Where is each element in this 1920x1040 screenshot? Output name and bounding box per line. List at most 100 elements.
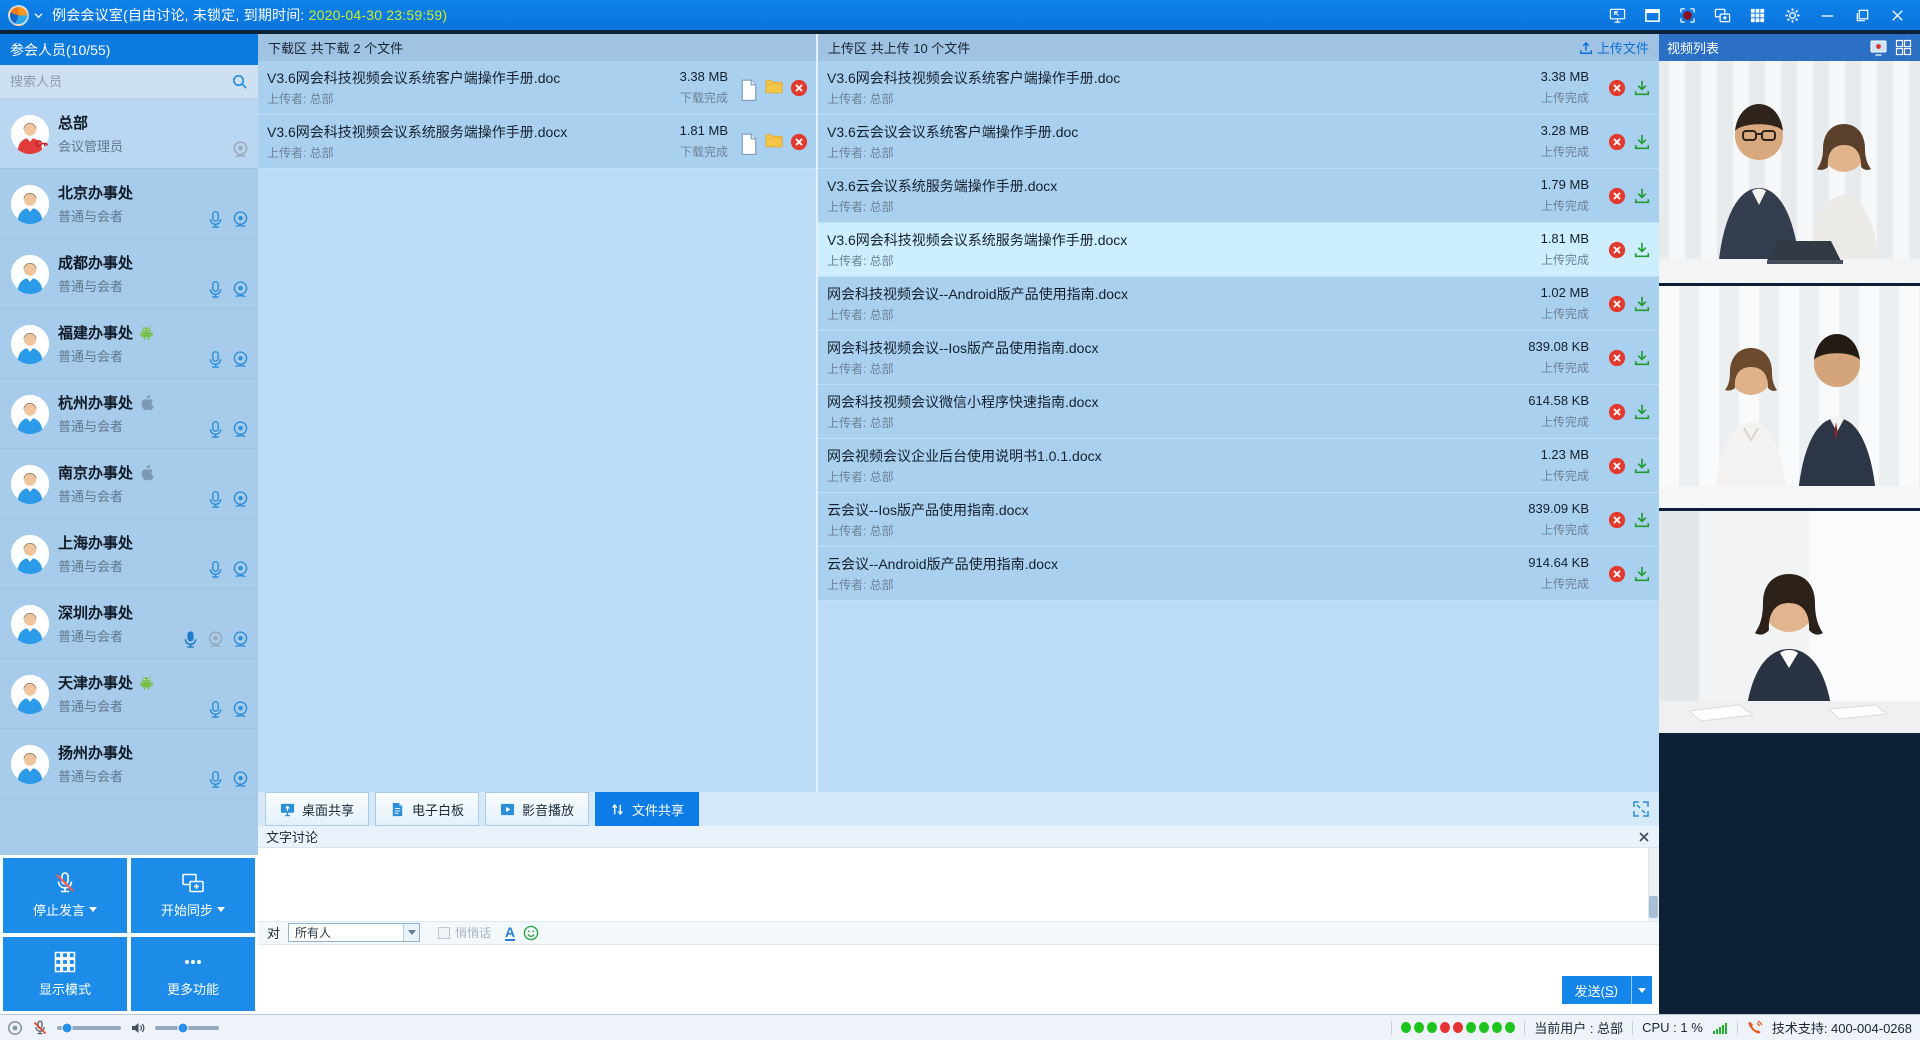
camera-off-icon[interactable] [206,630,225,649]
speaker-volume-slider[interactable] [155,1026,219,1030]
delete-file-icon[interactable] [1608,295,1626,313]
record-indicator-icon[interactable] [7,1020,23,1036]
download-file-row[interactable]: V3.6网会科技视频会议系统服务端操作手册.docx 上传者: 总部 1.81 … [258,115,816,169]
participant-row[interactable]: 成都办事处 普通与会者 [0,239,258,309]
camera-icon[interactable] [231,350,250,369]
start-sync-button[interactable]: 开始同步 [131,858,255,933]
delete-file-icon[interactable] [1608,187,1626,205]
delete-file-icon[interactable] [1608,565,1626,583]
upload-file-row[interactable]: 云会议--Android版产品使用指南.docx 上传者: 总部 914.64 … [818,547,1659,601]
camera-icon[interactable] [231,630,250,649]
camera-off-icon[interactable] [231,140,250,159]
more-functions-button[interactable]: 更多功能 [131,937,255,1012]
mic-active-icon[interactable] [181,630,200,649]
search-icon[interactable] [231,73,248,90]
camera-icon[interactable] [231,490,250,509]
participant-row[interactable]: 深圳办事处 普通与会者 [0,589,258,659]
mic-icon[interactable] [206,700,225,719]
mic-muted-icon[interactable] [32,1020,48,1036]
download-file-icon[interactable] [1633,187,1651,205]
video-monitor-icon[interactable] [1870,39,1887,56]
download-file-row[interactable]: V3.6网会科技视频会议系统客户端操作手册.doc 上传者: 总部 3.38 M… [258,61,816,115]
mic-icon[interactable] [206,770,225,789]
upload-file-row[interactable]: 网会视频会议企业后台使用说明书1.0.1.docx 上传者: 总部 1.23 M… [818,439,1659,493]
upload-file-row[interactable]: 网会科技视频会议--Ios版产品使用指南.docx 上传者: 总部 839.08… [818,331,1659,385]
download-file-icon[interactable] [1633,349,1651,367]
participant-row[interactable]: 扬州办事处 普通与会者 [0,729,258,799]
maximize-button[interactable] [1849,3,1875,27]
participant-row[interactable]: 上海办事处 普通与会者 [0,519,258,589]
participant-row[interactable]: 总部 会议管理员 [0,99,258,169]
delete-file-icon[interactable] [1608,511,1626,529]
download-file-icon[interactable] [1633,295,1651,313]
tab-desktop-share[interactable]: 桌面共享 [265,792,369,826]
video-grid-icon[interactable] [1895,39,1912,56]
font-color-icon[interactable]: A [505,925,515,941]
video-thumbnail[interactable] [1659,511,1920,733]
select-caret-icon[interactable] [403,924,419,941]
chat-scrollbar[interactable] [1648,848,1659,921]
chevron-down-icon[interactable] [34,11,43,20]
upload-file-button[interactable]: 上传文件 [1579,38,1649,57]
tab-file-share[interactable]: 文件共享 [595,792,699,826]
minimize-button[interactable] [1814,3,1840,27]
mic-icon[interactable] [206,280,225,299]
camera-icon[interactable] [231,560,250,579]
camera-icon[interactable] [231,210,250,229]
delete-file-icon[interactable] [1608,241,1626,259]
video-thumbnail[interactable] [1659,61,1920,283]
participant-row[interactable]: 北京办事处 普通与会者 [0,169,258,239]
search-input[interactable] [10,74,231,89]
mic-icon[interactable] [206,350,225,369]
mic-icon[interactable] [206,210,225,229]
download-file-icon[interactable] [1633,241,1651,259]
recipient-select[interactable]: 所有人 [288,923,420,942]
send-options-caret[interactable] [1631,976,1652,1004]
delete-file-icon[interactable] [1608,457,1626,475]
display-mode-button[interactable]: 显示模式 [3,937,127,1012]
tab-whiteboard[interactable]: 电子白板 [375,792,479,826]
mic-icon[interactable] [206,560,225,579]
open-folder-icon[interactable] [765,79,783,97]
delete-file-icon[interactable] [1608,403,1626,421]
download-file-icon[interactable] [1633,79,1651,97]
camera-icon[interactable] [231,280,250,299]
delete-file-icon[interactable] [1608,349,1626,367]
download-file-icon[interactable] [1633,133,1651,151]
upload-file-row[interactable]: 网会科技视频会议--Android版产品使用指南.docx 上传者: 总部 1.… [818,277,1659,331]
participant-row[interactable]: 天津办事处 普通与会者 [0,659,258,729]
scrollbar-thumb[interactable] [1649,896,1658,918]
settings-gear-icon[interactable] [1779,3,1805,27]
chat-messages[interactable] [258,848,1659,921]
download-file-icon[interactable] [1633,511,1651,529]
delete-file-icon[interactable] [1608,133,1626,151]
participant-row[interactable]: 福建办事处 普通与会者 [0,309,258,379]
whisper-checkbox[interactable] [438,927,450,939]
apps-grid-icon[interactable] [1744,3,1770,27]
expand-icon[interactable] [1632,800,1650,818]
stop-speaking-button[interactable]: 停止发言 [3,858,127,933]
download-file-icon[interactable] [1633,565,1651,583]
participant-row[interactable]: 南京办事处 普通与会者 [0,449,258,519]
emoji-icon[interactable] [523,925,539,941]
camera-icon[interactable] [231,770,250,789]
camera-icon[interactable] [231,700,250,719]
close-button[interactable] [1884,3,1910,27]
message-input[interactable]: 发送(S) [258,945,1659,1015]
close-chat-icon[interactable] [1637,830,1651,844]
speaker-icon[interactable] [130,1020,146,1036]
send-button[interactable]: 发送(S) [1562,976,1652,1004]
participant-row[interactable]: 杭州办事处 普通与会者 [0,379,258,449]
delete-file-icon[interactable] [790,79,808,97]
sync-screens-icon[interactable] [1709,3,1735,27]
open-folder-icon[interactable] [765,133,783,151]
download-file-icon[interactable] [1633,403,1651,421]
delete-file-icon[interactable] [790,133,808,151]
upload-file-row[interactable]: V3.6云会议会议系统客户端操作手册.doc 上传者: 总部 3.28 MB 上… [818,115,1659,169]
app-logo-icon[interactable] [8,5,29,26]
tab-media-playback[interactable]: 影音播放 [485,792,589,826]
delete-file-icon[interactable] [1608,79,1626,97]
upload-file-row[interactable]: V3.6云会议系统服务端操作手册.docx 上传者: 总部 1.79 MB 上传… [818,169,1659,223]
screen-share-icon[interactable] [1604,3,1630,27]
upload-file-row[interactable]: 网会科技视频会议微信小程序快速指南.docx 上传者: 总部 614.58 KB… [818,385,1659,439]
